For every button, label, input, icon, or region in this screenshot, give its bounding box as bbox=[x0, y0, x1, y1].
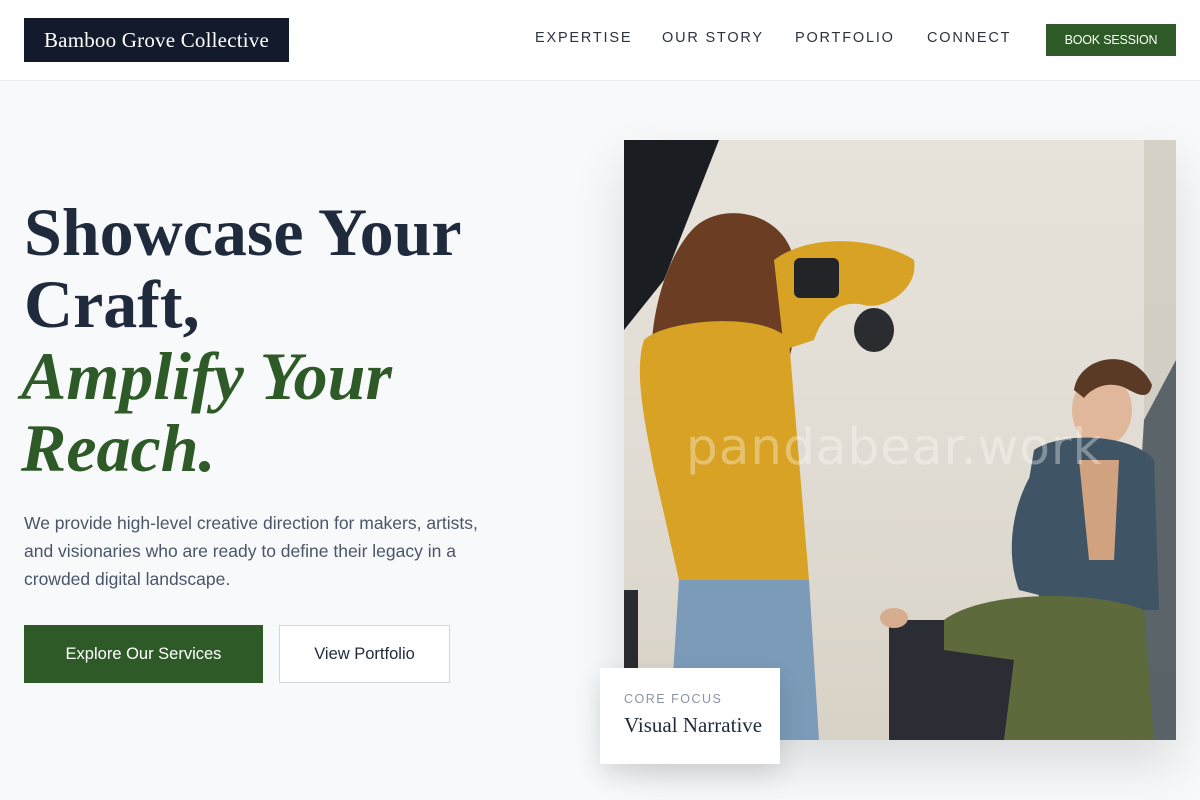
brand-logo[interactable]: Bamboo Grove Collective bbox=[24, 18, 289, 62]
focus-title: Visual Narrative bbox=[624, 713, 763, 737]
view-portfolio-button[interactable]: View Portfolio bbox=[279, 625, 450, 683]
headline-accent-line-1: Amplify Your bbox=[21, 338, 392, 414]
headline-accent-line-2: Reach. bbox=[21, 410, 216, 486]
hero-intro: We provide high-level creative direction… bbox=[24, 513, 478, 589]
nav-link-expertise[interactable]: EXPERTISE bbox=[535, 30, 632, 46]
focus-kicker: CORE FOCUS bbox=[624, 692, 723, 706]
explore-services-button[interactable]: Explore Our Services bbox=[24, 625, 263, 683]
nav-link-connect[interactable]: CONNECT bbox=[927, 30, 1011, 46]
headline-line-2: Craft, bbox=[24, 266, 200, 342]
nav-link-portfolio[interactable]: PORTFOLIO bbox=[795, 30, 895, 46]
site-header: Bamboo Grove Collective EXPERTISE OUR ST… bbox=[0, 0, 1200, 81]
hero-headline: Showcase Your Craft, Amplify Your Reach. bbox=[21, 194, 584, 486]
headline-line-1: Showcase Your bbox=[24, 194, 462, 270]
watermark-text: pandabear.work bbox=[686, 418, 1103, 476]
core-focus-card: CORE FOCUS Visual Narrative bbox=[600, 668, 780, 764]
nav-link-our-story[interactable]: OUR STORY bbox=[662, 30, 764, 46]
book-session-button[interactable]: BOOK SESSION bbox=[1046, 24, 1176, 56]
hero-photo: pandabear.work bbox=[624, 140, 1176, 740]
